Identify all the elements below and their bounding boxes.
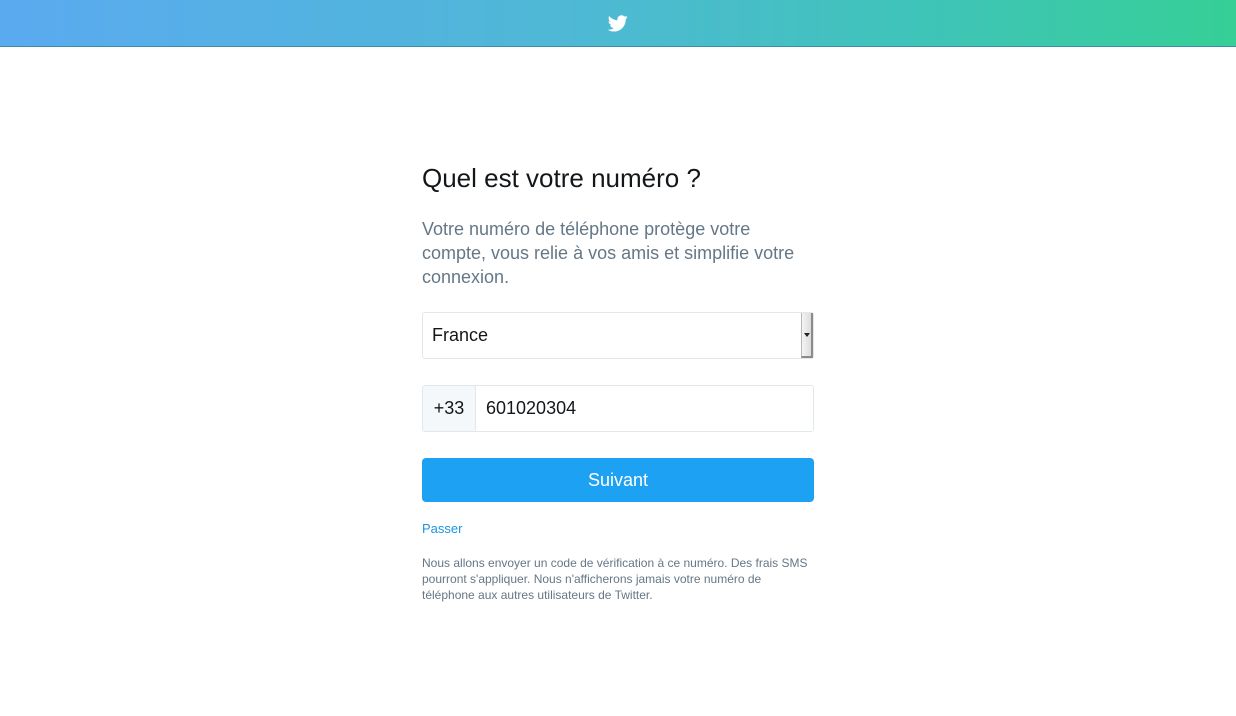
next-button[interactable]: Suivant <box>422 458 814 502</box>
country-select-value: France <box>432 325 489 345</box>
phone-number-field: +33 <box>422 385 814 432</box>
sms-disclaimer: Nous allons envoyer un code de vérificat… <box>422 556 808 602</box>
phone-number-input[interactable] <box>476 386 813 431</box>
page-title: Quel est votre numéro ? <box>422 163 701 193</box>
country-code-prefix: +33 <box>423 386 476 431</box>
dropdown-arrow-icon[interactable] <box>801 313 813 358</box>
phone-form: Quel est votre numéro ? Votre numéro de … <box>422 160 814 603</box>
page-subtitle: Votre numéro de téléphone protège votre … <box>422 219 795 287</box>
skip-link[interactable]: Passer <box>422 521 462 537</box>
country-select[interactable]: France <box>422 312 814 359</box>
top-bar <box>0 0 1236 47</box>
twitter-bird-icon <box>608 14 628 31</box>
